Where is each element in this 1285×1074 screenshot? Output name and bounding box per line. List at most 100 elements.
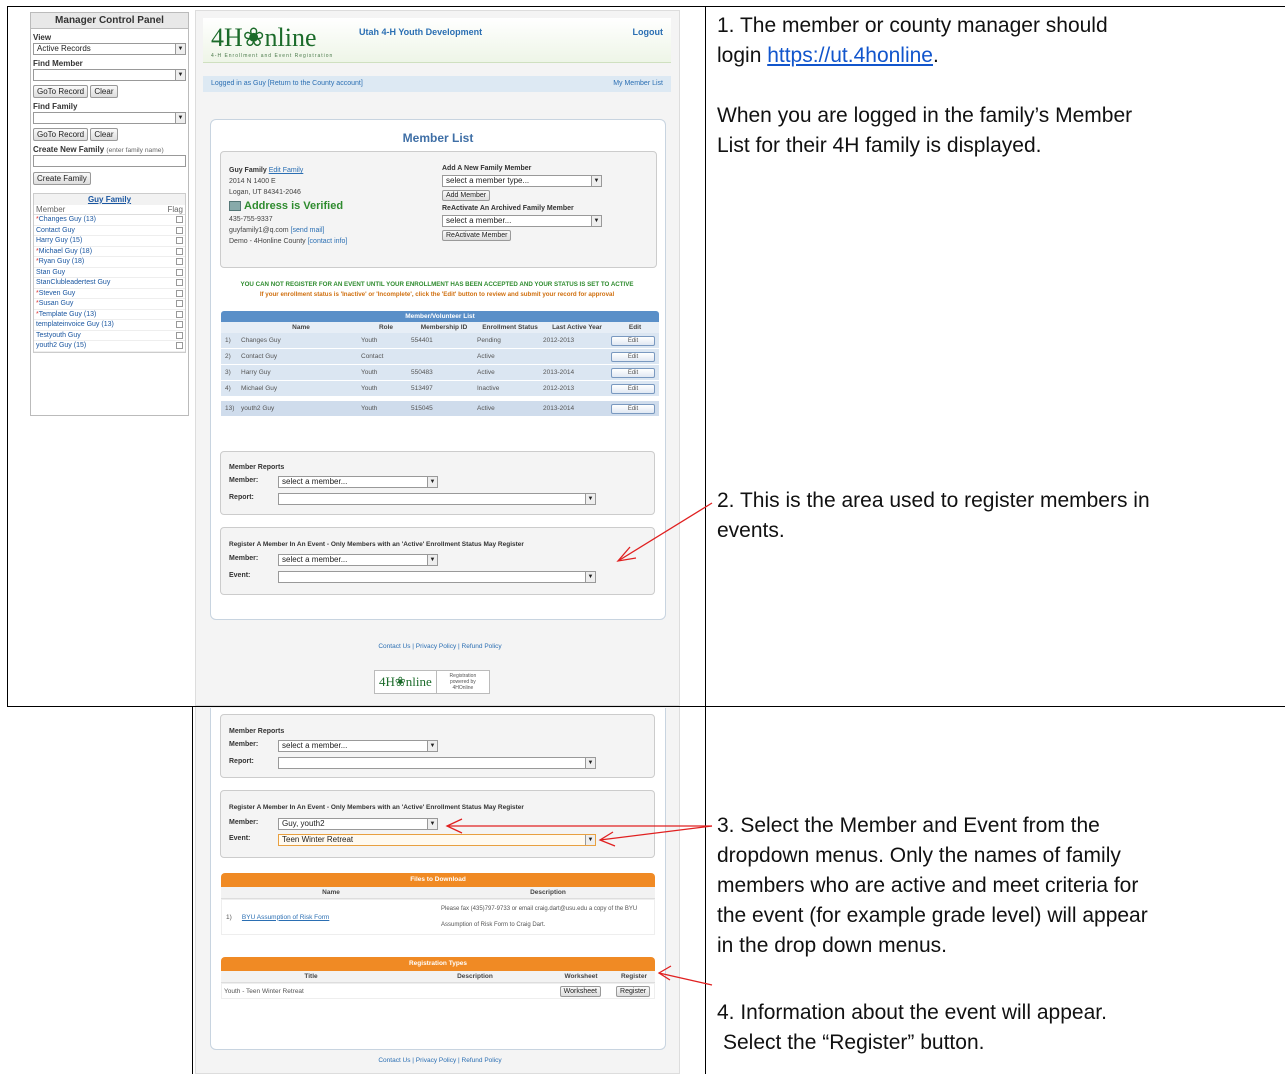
family-member-name[interactable]: *Ryan Guy (18) <box>36 258 84 265</box>
family-member-name[interactable]: youth2 Guy (15) <box>36 342 86 349</box>
logged-in-text[interactable]: Logged in as Guy [Return to the County a… <box>211 80 363 88</box>
clear-button-family[interactable]: Clear <box>90 128 118 141</box>
goto-record-button[interactable]: GoTo Record <box>33 85 89 98</box>
register-button[interactable]: Register <box>616 985 651 997</box>
family-member-row[interactable]: *Changes Guy (13) <box>34 215 185 226</box>
event-select-filled[interactable]: Teen Winter Retreat ▼ <box>278 834 596 846</box>
edit-family-link[interactable]: Edit Family <box>269 167 304 174</box>
family-member-row[interactable]: Testyouth Guy <box>34 331 185 341</box>
member-name-text: Testyouth Guy <box>36 331 81 339</box>
table-cell-n: 4) <box>225 385 231 392</box>
footer-links-lower[interactable]: Contact Us | Privacy Policy | Refund Pol… <box>0 1057 880 1064</box>
logout-link[interactable]: Logout <box>633 27 664 37</box>
family-member-name[interactable]: Harry Guy (15) <box>36 237 82 244</box>
flag-checkbox[interactable] <box>176 237 183 245</box>
flag-checkbox[interactable] <box>176 226 183 234</box>
view-select[interactable]: Active Records ▼ <box>33 43 186 55</box>
edit-button[interactable]: Edit <box>611 368 655 378</box>
report-member-select-lower[interactable]: select a member... ▼ <box>278 740 438 752</box>
member-type-select[interactable]: select a member type... ▼ <box>442 175 602 187</box>
family-member-name[interactable]: Stan Guy <box>36 269 65 276</box>
reactivate-select[interactable]: select a member... ▼ <box>442 215 602 227</box>
report-select-lower[interactable]: ▼ <box>278 757 596 769</box>
family-member-name[interactable]: Contact Guy <box>36 227 75 234</box>
member-name-text: Contact Guy <box>36 226 75 234</box>
edit-button[interactable]: Edit <box>611 336 655 346</box>
col-flag: Flag <box>167 205 183 214</box>
edit-button[interactable]: Edit <box>611 384 655 394</box>
edit-button[interactable]: Edit <box>611 404 655 414</box>
table-cell-name: Contact Guy <box>241 353 278 360</box>
step-2-line-2: events. <box>717 519 785 542</box>
find-member-select[interactable]: ▼ <box>33 69 186 81</box>
table-border-left <box>7 6 8 706</box>
flag-checkbox[interactable] <box>176 268 183 276</box>
family-info: Guy Family Edit Family 2014 N 1400 E Log… <box>229 165 347 247</box>
family-member-row[interactable]: *Template Guy (13) <box>34 310 185 320</box>
step-1-login-word: login <box>717 44 768 67</box>
table-cell-name: youth2 Guy <box>241 405 275 412</box>
flag-checkbox[interactable] <box>176 279 183 287</box>
family-member-row[interactable]: *Steven Guy <box>34 289 185 299</box>
goto-record-button-family[interactable]: GoTo Record <box>33 128 89 141</box>
family-member-row[interactable]: Harry Guy (15) <box>34 236 185 247</box>
register-member-select[interactable]: select a member... ▼ <box>278 554 438 566</box>
family-member-row[interactable]: Stan Guy <box>34 268 185 278</box>
family-member-name[interactable]: *Changes Guy (13) <box>36 216 96 223</box>
family-member-row[interactable]: Contact Guy <box>34 226 185 236</box>
flag-checkbox[interactable] <box>176 289 183 297</box>
step-4-line-1: 4. Information about the event will appe… <box>717 1001 1107 1024</box>
reactivate-member-button[interactable]: ReActivate Member <box>442 230 512 241</box>
add-member-button[interactable]: Add Member <box>442 190 491 201</box>
report-member-select[interactable]: select a member... ▼ <box>278 476 438 488</box>
family-member-name[interactable]: StanClubleadertest Guy <box>36 279 110 286</box>
family-member-row[interactable]: *Susan Guy <box>34 299 185 310</box>
send-mail-link[interactable]: [send mail] <box>291 227 325 234</box>
chevron-down-icon: ▼ <box>175 44 185 54</box>
create-family-button[interactable]: Create Family <box>33 172 91 185</box>
clear-button[interactable]: Clear <box>90 85 118 98</box>
flag-checkbox[interactable] <box>176 216 183 224</box>
flag-checkbox[interactable] <box>176 258 183 266</box>
member-label-lower: Member: <box>229 741 259 748</box>
family-member-name[interactable]: *Steven Guy <box>36 290 75 297</box>
worksheet-button[interactable]: Worksheet <box>559 985 601 997</box>
flag-checkbox[interactable] <box>176 247 183 255</box>
flag-checkbox[interactable] <box>176 331 183 339</box>
footer-links[interactable]: Contact Us | Privacy Policy | Refund Pol… <box>0 643 880 650</box>
family-member-row[interactable]: youth2 Guy (15) <box>34 341 185 352</box>
create-family-input[interactable] <box>33 155 186 167</box>
family-title-link[interactable]: Guy Family <box>34 194 185 205</box>
event-select[interactable]: ▼ <box>278 571 596 583</box>
family-member-name[interactable]: *Template Guy (13) <box>36 311 96 318</box>
family-member-row[interactable]: *Ryan Guy (18) <box>34 257 185 268</box>
manager-panel-title: Manager Control Panel <box>31 13 188 29</box>
add-new-label: Add A New Family Member <box>442 165 532 172</box>
table-border-top <box>7 6 1285 7</box>
flag-checkbox[interactable] <box>176 300 183 308</box>
my-member-list-link[interactable]: My Member List <box>613 80 663 88</box>
family-member-name[interactable]: *Michael Guy (18) <box>36 248 92 255</box>
member-volunteer-table: Member/Volunteer List Name Role Membership… <box>221 311 659 417</box>
contact-info-link[interactable]: [contact info] <box>308 238 348 245</box>
family-member-name[interactable]: Testyouth Guy <box>36 332 81 339</box>
file-link[interactable]: BYU Assumption of Risk Form <box>242 914 441 921</box>
family-member-row[interactable]: *Michael Guy (18) <box>34 247 185 257</box>
edit-button[interactable]: Edit <box>611 352 655 362</box>
family-member-row[interactable]: StanClubleadertest Guy <box>34 278 185 289</box>
step-2-text: 2. This is the area used to register mem… <box>717 486 1150 546</box>
family-member-name[interactable]: *Susan Guy <box>36 300 73 307</box>
family-member-row[interactable]: templateinvoice Guy (13) <box>34 320 185 331</box>
family-member-name[interactable]: templateinvoice Guy (13) <box>36 321 114 328</box>
flag-checkbox[interactable] <box>176 310 183 318</box>
flag-checkbox[interactable] <box>176 342 183 350</box>
chevron-down-icon: ▼ <box>427 819 437 829</box>
find-family-select[interactable]: ▼ <box>33 112 186 124</box>
login-url-link[interactable]: https://ut.4honline <box>767 44 933 67</box>
report-select[interactable]: ▼ <box>278 493 596 505</box>
flag-checkbox[interactable] <box>176 321 183 329</box>
member-name-text: youth2 Guy (15) <box>36 342 87 350</box>
family-member-list: Guy Family Member Flag *Changes Guy (13) C… <box>33 193 186 353</box>
member-col-header: Enrollment Status <box>482 324 538 331</box>
register-member-select-filled[interactable]: Guy, youth2 ▼ <box>278 818 438 830</box>
